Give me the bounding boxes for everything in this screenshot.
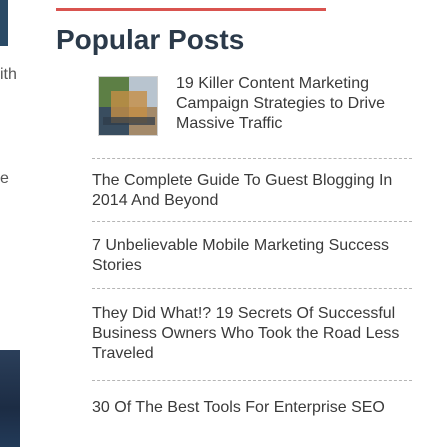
- left-image-fragment-top: [0, 0, 8, 46]
- popular-posts-list: 19 Killer Content Marketing Campaign Str…: [92, 74, 412, 416]
- widget-title-rule: [56, 8, 326, 11]
- post-item[interactable]: 19 Killer Content Marketing Campaign Str…: [92, 74, 412, 146]
- widget-title: Popular Posts: [56, 24, 245, 55]
- post-item[interactable]: The Complete Guide To Guest Blogging In …: [92, 171, 412, 211]
- left-text-fragment: e: [0, 170, 9, 187]
- previous-column-fragment: ith e: [0, 0, 40, 447]
- post-title-link[interactable]: The Complete Guide To Guest Blogging In …: [92, 171, 412, 211]
- left-image-fragment-bottom: [0, 350, 20, 447]
- post-title-link[interactable]: 30 Of The Best Tools For Enterprise SEO: [92, 398, 432, 418]
- post-title-link[interactable]: 19 Killer Content Marketing Campaign Str…: [176, 74, 416, 134]
- post-thumbnail[interactable]: [98, 76, 158, 136]
- post-divider: [92, 380, 412, 381]
- post-title-link[interactable]: 7 Unbelievable Mobile Marketing Success …: [92, 236, 392, 276]
- post-item[interactable]: 30 Of The Best Tools For Enterprise SEO: [92, 398, 412, 418]
- post-item[interactable]: 7 Unbelievable Mobile Marketing Success …: [92, 236, 412, 276]
- left-text-fragment: ith: [0, 66, 17, 83]
- post-divider: [92, 221, 412, 222]
- post-divider: [92, 288, 412, 289]
- post-title-link[interactable]: They Did What!? 19 Secrets Of Successful…: [92, 304, 412, 364]
- post-item[interactable]: They Did What!? 19 Secrets Of Successful…: [92, 304, 412, 364]
- post-divider: [92, 158, 412, 159]
- page: ith e Popular Posts 19 Killer Content Ma…: [0, 0, 448, 447]
